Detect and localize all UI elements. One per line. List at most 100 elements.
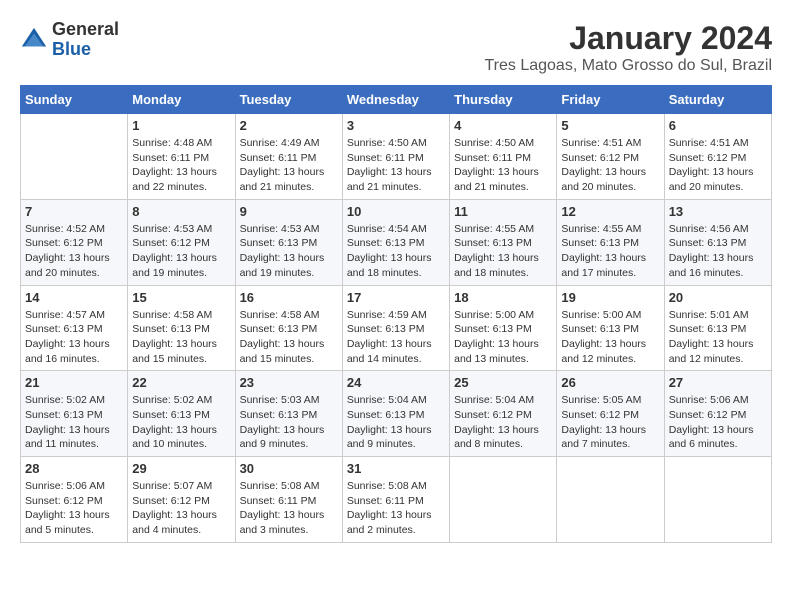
logo-icon [20, 26, 48, 54]
calendar-cell: 25Sunrise: 5:04 AMSunset: 6:12 PMDayligh… [450, 371, 557, 457]
weekday-header-friday: Friday [557, 86, 664, 114]
day-info: Sunrise: 5:08 AMSunset: 6:11 PMDaylight:… [347, 479, 445, 538]
calendar-cell: 11 Sunrise: 4:55 AMSunset: 6:13 PMDayligh… [450, 199, 557, 285]
day-number: 12 [561, 204, 659, 219]
day-number: 30 [240, 461, 338, 476]
calendar-cell: 16 Sunrise: 4:58 AMSunset: 6:13 PMDayligh… [235, 285, 342, 371]
title-area: January 2024 Tres Lagoas, Mato Grosso do… [484, 20, 772, 75]
calendar-cell: 4 Sunrise: 4:50 AMSunset: 6:11 PMDaylight… [450, 114, 557, 200]
day-info: Sunrise: 4:57 AMSunset: 6:13 PMDaylight:… [25, 308, 123, 367]
calendar-cell: 5 Sunrise: 4:51 AMSunset: 6:12 PMDaylight… [557, 114, 664, 200]
day-info: Sunrise: 5:03 AMSunset: 6:13 PMDaylight:… [240, 393, 338, 452]
day-number: 22 [132, 375, 230, 390]
day-number: 9 [240, 204, 338, 219]
calendar-cell: 7 Sunrise: 4:52 AMSunset: 6:12 PMDaylight… [21, 199, 128, 285]
day-info: Sunrise: 4:50 AMSunset: 6:11 PMDaylight:… [347, 136, 445, 195]
calendar-cell: 1Sunrise: 4:48 AMSunset: 6:11 PMDaylight… [128, 114, 235, 200]
day-info: Sunrise: 4:50 AMSunset: 6:11 PMDaylight:… [454, 136, 552, 195]
day-number: 29 [132, 461, 230, 476]
calendar-cell: 23 Sunrise: 5:03 AMSunset: 6:13 PMDayligh… [235, 371, 342, 457]
day-info: Sunrise: 4:59 AMSunset: 6:13 PMDaylight:… [347, 308, 445, 367]
day-info: Sunrise: 5:08 AMSunset: 6:11 PMDaylight:… [240, 479, 338, 538]
day-number: 6 [669, 118, 767, 133]
day-number: 17 [347, 290, 445, 305]
weekday-header-wednesday: Wednesday [342, 86, 449, 114]
calendar-cell: 17 Sunrise: 4:59 AMSunset: 6:13 PMDayligh… [342, 285, 449, 371]
day-info: Sunrise: 4:58 AMSunset: 6:13 PMDaylight:… [240, 308, 338, 367]
day-number: 28 [25, 461, 123, 476]
day-number: 4 [454, 118, 552, 133]
calendar-table: SundayMondayTuesdayWednesdayThursdayFrid… [20, 85, 772, 543]
day-info: Sunrise: 4:54 AMSunset: 6:13 PMDaylight:… [347, 222, 445, 281]
day-number: 31 [347, 461, 445, 476]
calendar-cell: 26 Sunrise: 5:05 AMSunset: 6:12 PMDayligh… [557, 371, 664, 457]
day-number: 5 [561, 118, 659, 133]
month-title: January 2024 [484, 20, 772, 57]
day-info: Sunrise: 5:06 AMSunset: 6:12 PMDaylight:… [669, 393, 767, 452]
calendar-cell: 15Sunrise: 4:58 AMSunset: 6:13 PMDayligh… [128, 285, 235, 371]
calendar-cell [557, 457, 664, 543]
weekday-header-row: SundayMondayTuesdayWednesdayThursdayFrid… [21, 86, 772, 114]
day-info: Sunrise: 5:04 AMSunset: 6:12 PMDaylight:… [454, 393, 552, 452]
day-info: Sunrise: 5:04 AMSunset: 6:13 PMDaylight:… [347, 393, 445, 452]
calendar-cell: 30 Sunrise: 5:08 AMSunset: 6:11 PMDayligh… [235, 457, 342, 543]
day-info: Sunrise: 4:55 AMSunset: 6:13 PMDaylight:… [561, 222, 659, 281]
day-number: 2 [240, 118, 338, 133]
calendar-cell: 19Sunrise: 5:00 AMSunset: 6:13 PMDayligh… [557, 285, 664, 371]
day-info: Sunrise: 5:00 AMSunset: 6:13 PMDaylight:… [454, 308, 552, 367]
calendar-week-row: 28Sunrise: 5:06 AMSunset: 6:12 PMDayligh… [21, 457, 772, 543]
calendar-cell: 12 Sunrise: 4:55 AMSunset: 6:13 PMDayligh… [557, 199, 664, 285]
calendar-cell [450, 457, 557, 543]
logo: General Blue [20, 20, 119, 60]
day-info: Sunrise: 4:52 AMSunset: 6:12 PMDaylight:… [25, 222, 123, 281]
calendar-cell [21, 114, 128, 200]
day-number: 1 [132, 118, 230, 133]
day-number: 24 [347, 375, 445, 390]
day-number: 18 [454, 290, 552, 305]
calendar-week-row: 7 Sunrise: 4:52 AMSunset: 6:12 PMDaylight… [21, 199, 772, 285]
day-number: 15 [132, 290, 230, 305]
day-info: Sunrise: 4:51 AMSunset: 6:12 PMDaylight:… [669, 136, 767, 195]
calendar-cell: 24 Sunrise: 5:04 AMSunset: 6:13 PMDayligh… [342, 371, 449, 457]
calendar-cell: 20Sunrise: 5:01 AMSunset: 6:13 PMDayligh… [664, 285, 771, 371]
day-info: Sunrise: 4:51 AMSunset: 6:12 PMDaylight:… [561, 136, 659, 195]
weekday-header-tuesday: Tuesday [235, 86, 342, 114]
day-number: 11 [454, 204, 552, 219]
day-number: 3 [347, 118, 445, 133]
day-info: Sunrise: 5:00 AMSunset: 6:13 PMDaylight:… [561, 308, 659, 367]
day-number: 23 [240, 375, 338, 390]
day-number: 14 [25, 290, 123, 305]
calendar-cell [664, 457, 771, 543]
day-number: 7 [25, 204, 123, 219]
calendar-cell: 21 Sunrise: 5:02 AMSunset: 6:13 PMDayligh… [21, 371, 128, 457]
day-number: 8 [132, 204, 230, 219]
day-number: 10 [347, 204, 445, 219]
logo-general-text: General [52, 19, 119, 39]
weekday-header-thursday: Thursday [450, 86, 557, 114]
weekday-header-saturday: Saturday [664, 86, 771, 114]
calendar-cell: 9Sunrise: 4:53 AMSunset: 6:13 PMDaylight… [235, 199, 342, 285]
day-info: Sunrise: 4:56 AMSunset: 6:13 PMDaylight:… [669, 222, 767, 281]
day-number: 26 [561, 375, 659, 390]
day-info: Sunrise: 4:55 AMSunset: 6:13 PMDaylight:… [454, 222, 552, 281]
location-title: Tres Lagoas, Mato Grosso do Sul, Brazil [484, 57, 772, 75]
calendar-week-row: 1Sunrise: 4:48 AMSunset: 6:11 PMDaylight… [21, 114, 772, 200]
logo-text: General Blue [52, 20, 119, 60]
day-info: Sunrise: 5:02 AMSunset: 6:13 PMDaylight:… [25, 393, 123, 452]
day-info: Sunrise: 4:49 AMSunset: 6:11 PMDaylight:… [240, 136, 338, 195]
day-info: Sunrise: 5:05 AMSunset: 6:12 PMDaylight:… [561, 393, 659, 452]
calendar-cell: 13Sunrise: 4:56 AMSunset: 6:13 PMDayligh… [664, 199, 771, 285]
day-number: 16 [240, 290, 338, 305]
day-info: Sunrise: 5:07 AMSunset: 6:12 PMDaylight:… [132, 479, 230, 538]
day-info: Sunrise: 5:02 AMSunset: 6:13 PMDaylight:… [132, 393, 230, 452]
calendar-cell: 28Sunrise: 5:06 AMSunset: 6:12 PMDayligh… [21, 457, 128, 543]
calendar-cell: 18 Sunrise: 5:00 AMSunset: 6:13 PMDayligh… [450, 285, 557, 371]
calendar-cell: 22 Sunrise: 5:02 AMSunset: 6:13 PMDayligh… [128, 371, 235, 457]
calendar-week-row: 14 Sunrise: 4:57 AMSunset: 6:13 PMDayligh… [21, 285, 772, 371]
day-number: 27 [669, 375, 767, 390]
day-number: 21 [25, 375, 123, 390]
weekday-header-sunday: Sunday [21, 86, 128, 114]
weekday-header-monday: Monday [128, 86, 235, 114]
calendar-cell: 29 Sunrise: 5:07 AMSunset: 6:12 PMDayligh… [128, 457, 235, 543]
calendar-cell: 8Sunrise: 4:53 AMSunset: 6:12 PMDaylight… [128, 199, 235, 285]
